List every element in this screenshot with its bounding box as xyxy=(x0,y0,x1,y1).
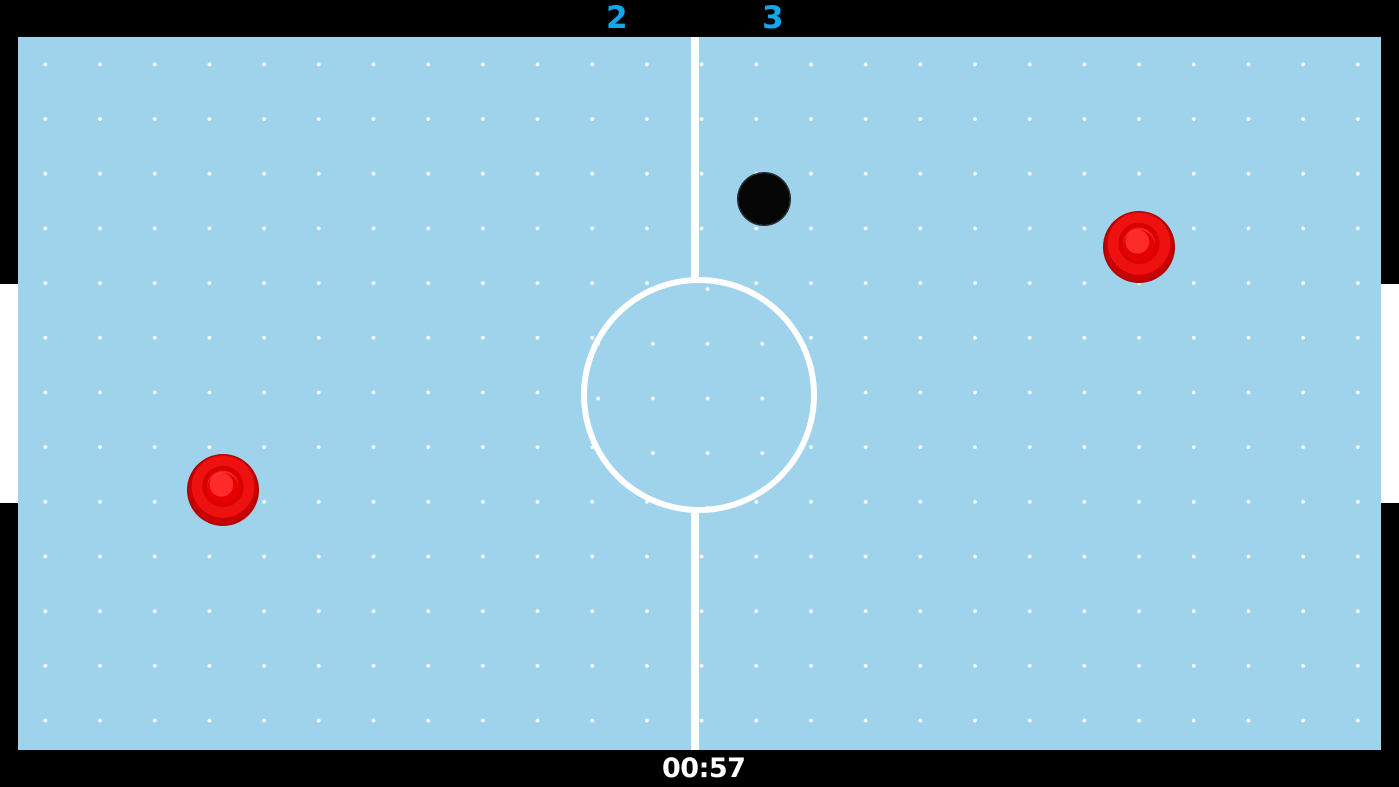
puck[interactable] xyxy=(738,173,790,225)
right-score: 3 xyxy=(762,0,784,36)
left-goal xyxy=(0,284,18,503)
right-goal xyxy=(1381,284,1399,503)
center-circle xyxy=(581,277,817,513)
ice-rink[interactable] xyxy=(18,37,1381,750)
left-mallet[interactable] xyxy=(187,454,259,526)
game-timer: 00:57 xyxy=(662,753,746,784)
right-mallet[interactable] xyxy=(1103,211,1175,283)
left-score: 2 xyxy=(606,0,628,36)
